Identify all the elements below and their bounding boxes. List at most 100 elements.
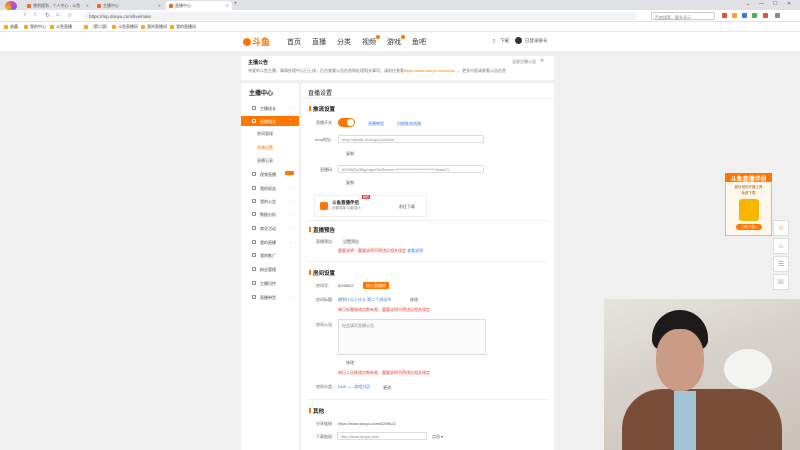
avatar[interactable] (515, 37, 522, 44)
streamer-shirt (674, 391, 696, 450)
preview-help-link[interactable]: 查看说明 (407, 248, 423, 253)
category-value[interactable]: DNF——游戏分区 (338, 384, 370, 390)
support-icon[interactable]: ☏ (773, 274, 789, 290)
companion-app-icon (739, 199, 759, 221)
change-category-button[interactable]: 更改 (383, 385, 391, 391)
room-notice-textarea[interactable]: 在此填写直播公告... (338, 319, 486, 355)
extension-icon[interactable] (763, 13, 768, 18)
menu-icon[interactable] (775, 13, 780, 18)
close-window-button[interactable]: ✕ (787, 1, 791, 7)
extension-icon[interactable] (742, 13, 747, 18)
bookmark-item[interactable]: 我的直播间 (170, 24, 196, 30)
promo-download-button[interactable]: 前往下载 (399, 204, 415, 210)
nav-home[interactable]: 首页 (287, 37, 301, 47)
sidebar-item-live[interactable]: 直播相关 ⌃ (241, 116, 299, 126)
download-dropdown[interactable]: 点击 ▾ (432, 434, 443, 440)
live-companion-promo[interactable]: 斗鱼直播伴侣 设置简单 功能强大 推荐 前往下载 (314, 195, 427, 217)
stream-key-field[interactable]: 6209622rOBypVgmFecSecret=***************… (338, 165, 484, 173)
tab-close-icon[interactable]: ✕ (158, 3, 161, 8)
chart-icon (252, 212, 256, 216)
download-link[interactable]: 下载 (500, 38, 509, 44)
forward-icon[interactable]: › (34, 12, 36, 18)
window-menu-button[interactable]: ⌄ (746, 1, 750, 7)
extension-icon[interactable] (752, 13, 757, 18)
nav-video-label: 视频 (362, 39, 376, 46)
sidebar-sub-records[interactable]: 直播记录 (257, 158, 273, 164)
switch-line-link[interactable]: 切换推流线路 (397, 121, 421, 127)
fish-logo-icon (243, 38, 251, 46)
feedback-icon[interactable]: ☺ (773, 220, 789, 236)
list-icon[interactable]: ☰ (773, 256, 789, 272)
browser-tab-2[interactable]: 主播中心 ✕ (94, 1, 164, 10)
bookmark-item[interactable]: 收藏 (4, 24, 18, 30)
sidebar-sub-settings[interactable]: 直播设置 (257, 145, 273, 151)
announcement-title: 主播公告 (248, 60, 269, 66)
companion-float-ad[interactable]: 斗鱼直播伴侣 超好用的开播工具 免费下载 立即下载 ▸ (725, 173, 772, 236)
minimize-button[interactable]: — (759, 1, 764, 7)
new-tab-button[interactable]: + (234, 1, 238, 7)
bookmark-item[interactable]: 我的直播间 (141, 24, 167, 30)
browser-tab-1[interactable]: 想到搜到 - 个人中心 - 斗鱼 ✕ (24, 1, 92, 10)
close-icon[interactable]: ✕ (540, 58, 544, 64)
float-ad-download-button[interactable]: 立即下载 ▸ (736, 224, 762, 230)
tab-favicon-icon (169, 3, 173, 8)
plush-toy (724, 349, 772, 389)
bookmark-item[interactable]: 斗鱼直播 (50, 24, 72, 30)
sidebar-item-flash[interactable]: 主播闪传 (241, 278, 299, 288)
sidebar-item-guild[interactable]: 我的公会 ⌄ (241, 196, 299, 206)
sidebar-item-promotion[interactable]: 我的推广 (241, 250, 299, 260)
home-icon[interactable]: ⌂ (56, 12, 60, 18)
reload-icon[interactable]: ↻ (45, 12, 50, 19)
enter-room-button[interactable]: 进入直播间 (363, 282, 389, 289)
douyu-logo[interactable]: 斗鱼 (243, 35, 271, 48)
guild-icon (252, 199, 256, 203)
sidebar-item-rights[interactable]: 我的权益 ⌄ (241, 183, 299, 193)
nav-live[interactable]: 直播 (312, 37, 326, 47)
sidebar-item-label: 数据分析 (260, 211, 276, 217)
room-id-value: 6209622 (338, 283, 354, 288)
nav-fishbar[interactable]: 鱼吧 (412, 37, 426, 47)
bookmark-item[interactable]: （第二版） (84, 24, 110, 30)
browser-search-input[interactable]: 百度搜索，最多显示 (651, 12, 715, 20)
copy-rtmp-button[interactable]: 复制 (346, 151, 354, 157)
extension-icon[interactable] (722, 13, 727, 18)
browser-tab-3[interactable]: 直播中心 ✕ (166, 1, 232, 10)
extension-icon[interactable] (732, 13, 737, 18)
user-name[interactable]: 已登录账号 (525, 38, 548, 44)
back-icon[interactable]: ‹ (24, 12, 26, 18)
home-icon[interactable]: ⌂ (773, 238, 789, 254)
companion-app-icon (320, 202, 328, 210)
sidebar-item-label: 主播闪传 (260, 280, 276, 286)
nav-game[interactable]: 游戏 (387, 35, 405, 47)
tab-close-icon[interactable]: ✕ (226, 3, 229, 8)
copy-key-button[interactable]: 复制 (346, 180, 354, 186)
sidebar-item-business[interactable]: 商业活动 ⌄ (241, 223, 299, 233)
flash-icon (252, 281, 256, 285)
set-preview-link[interactable]: 设置预告 (343, 239, 359, 245)
live-switch-toggle[interactable] (338, 118, 355, 127)
tab-close-icon[interactable]: ✕ (86, 3, 89, 8)
rtmp-url-field[interactable]: rtmp://sendtc.lv.douyu.com/live (338, 135, 484, 143)
all-announcements-link[interactable]: 全部主播公告 (512, 59, 536, 65)
sidebar-item-data[interactable]: 数据分析 ⌄ (241, 209, 299, 219)
section-title-other: 其他 (309, 407, 324, 415)
divider (308, 261, 548, 262)
sidebar-item-commerce[interactable]: 直播带货 ⌄ (241, 292, 299, 302)
sidebar-item-growth[interactable]: 主播成长 ⌄ (241, 103, 299, 113)
edit-title-button[interactable]: 修改 (410, 297, 418, 303)
bookmark-item[interactable]: 斗鱼直播间 (112, 24, 138, 30)
phone-icon[interactable]: ▯ (493, 38, 495, 44)
maximize-button[interactable]: ☐ (773, 1, 777, 7)
tutorial-link[interactable]: 直播教程 (368, 121, 384, 127)
edit-notice-button[interactable]: 修改 (346, 360, 354, 366)
sidebar-sub-room[interactable]: 房间管理 (257, 131, 273, 137)
nav-category[interactable]: 分类 (337, 37, 351, 47)
download-link-field[interactable]: http://www.douyu.com/ (337, 432, 427, 440)
sidebar-item-mylive[interactable]: 我的直播 ⌄ (241, 237, 299, 247)
sidebar-item-fans[interactable]: 粉丝管理 (241, 264, 299, 274)
announcement-link[interactable]: https://www.douyu.com/cms/... (404, 68, 458, 73)
nav-video[interactable]: 视频 (362, 35, 380, 47)
url-field[interactable]: https://mp.douyu.com/live/main (84, 12, 637, 20)
bookmark-item[interactable]: 我的中心 (24, 24, 46, 30)
star-icon[interactable]: ☆ (67, 12, 72, 19)
